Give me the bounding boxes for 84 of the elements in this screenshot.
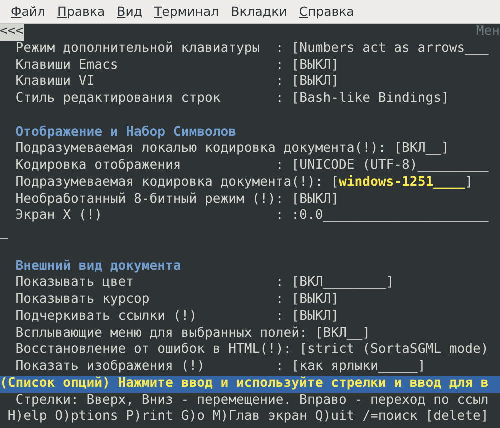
- option-label: Всплывающие меню для выбранных полей: [16, 326, 300, 342]
- separator: :: [315, 174, 324, 192]
- bracket: [: [331, 174, 339, 192]
- bracket: [: [292, 275, 300, 292]
- bracket: [: [292, 308, 300, 326]
- separator: :: [276, 40, 284, 58]
- option-label: Режим дополнительной клавиатуры: [16, 40, 262, 58]
- separator: :: [276, 359, 284, 376]
- separator: :: [276, 58, 284, 74]
- separator: :: [276, 292, 284, 309]
- separator: :: [276, 208, 284, 225]
- bracket: [: [292, 74, 300, 91]
- option-label: Стиль редактирования строк: [16, 91, 222, 108]
- option-label: Клавиши VI: [16, 74, 96, 91]
- option-value[interactable]: :0.0_____________________: [292, 208, 489, 225]
- option-label: Восстановление от ошибок в HTML(!): [16, 342, 284, 359]
- separator: :: [284, 342, 292, 359]
- bracket: [: [292, 58, 300, 74]
- bracket: ]: [418, 359, 426, 376]
- separator: :: [276, 91, 284, 108]
- bracket: [: [292, 292, 300, 309]
- separator: :: [276, 275, 284, 292]
- option-value[interactable]: strict (SortaSGML mode): [307, 342, 489, 359]
- bracket: [: [292, 158, 300, 175]
- option-label: Подчеркивать ссылки (!): [16, 308, 198, 326]
- bracket: ]: [386, 275, 394, 292]
- bracket: ]: [362, 326, 371, 342]
- option-value[interactable]: Numbers act as arrows___: [300, 40, 489, 58]
- status-bar: (Список опций) Нажмите ввод и используйте стрелки и ввод для в: [0, 376, 500, 392]
- option-value[interactable]: Bash-like Bindings: [300, 91, 442, 108]
- option-value[interactable]: ВКЛ________: [300, 275, 386, 292]
- bracket: ]: [331, 74, 339, 91]
- separator: :: [276, 74, 284, 91]
- bracket: [: [292, 91, 300, 108]
- option-label: Необработанный 8-битный режим (!): [16, 192, 276, 208]
- option-label: Показать изображения (!): [16, 359, 206, 376]
- separator: :: [378, 141, 386, 158]
- back-link[interactable]: <<<: [0, 24, 24, 41]
- bracket: [: [292, 192, 300, 208]
- bracket: [: [300, 342, 308, 359]
- option-label: Подразумеваемая локалью кодировка документа(!): [16, 141, 378, 158]
- option-label: Кодировка отображения: [16, 158, 182, 175]
- page-title: Мен: [476, 24, 500, 41]
- bracket: ]: [441, 91, 450, 108]
- help-text: Стрелки: Вверх, Вниз - перемещение. Вправо - переход по ссыл: [16, 392, 489, 410]
- bracket: ]: [331, 58, 339, 74]
- section-header: Внешний вид документа: [16, 258, 182, 276]
- separator: :: [276, 192, 284, 208]
- option-value[interactable]: ВЫКЛ: [300, 292, 332, 309]
- bracket: [: [315, 326, 324, 342]
- option-value[interactable]: ВЫКЛ: [300, 308, 332, 326]
- separator: :: [300, 326, 308, 342]
- bracket: ]: [441, 141, 450, 158]
- option-value[interactable]: UNICODE (UTF-8)_________: [300, 158, 489, 175]
- option-value[interactable]: ВЫКЛ: [300, 192, 332, 208]
- option-value[interactable]: ВКЛ__: [402, 141, 442, 158]
- option-label: Показывать цвет: [16, 275, 136, 292]
- option-label: Показывать курсор: [16, 292, 151, 309]
- bracket: ]: [465, 174, 474, 192]
- bracket: [: [292, 359, 300, 376]
- menu-item[interactable]: Вкладки: [226, 2, 292, 21]
- text-cursor: _: [0, 225, 8, 242]
- option-label: Подразумеваемая кодировка документа(!): [16, 174, 316, 192]
- option-value[interactable]: ВКЛ__: [323, 326, 363, 342]
- separator: :: [276, 308, 284, 326]
- bracket: [: [394, 141, 402, 158]
- option-value[interactable]: ВЫКЛ: [300, 74, 332, 91]
- separator: :: [276, 158, 284, 175]
- option-value[interactable]: windows-1251____: [338, 174, 466, 192]
- menu-item[interactable]: Справка: [294, 2, 360, 21]
- menu-item[interactable]: Файл: [6, 2, 51, 21]
- option-value[interactable]: ВЫКЛ: [300, 58, 332, 74]
- menu-item[interactable]: Правка: [52, 2, 110, 21]
- option-label: Экран X (!): [16, 208, 104, 225]
- section-header: Отображение и Набор Символов: [16, 124, 236, 142]
- bracket: ]: [331, 292, 339, 309]
- menu-item[interactable]: Вид: [112, 2, 148, 21]
- option-label: Клавиши Emacs: [16, 58, 120, 74]
- bracket: ]: [331, 192, 340, 208]
- bracket: [: [292, 40, 300, 58]
- option-value[interactable]: как ярлыки_____: [300, 359, 418, 376]
- menu-item[interactable]: Терминал: [149, 2, 224, 21]
- key-help-text: H)elp O)ptions P)rint G)o M)Глав экран Q)uit /=поиск [delete]: [8, 409, 489, 426]
- bracket: ]: [331, 308, 339, 326]
